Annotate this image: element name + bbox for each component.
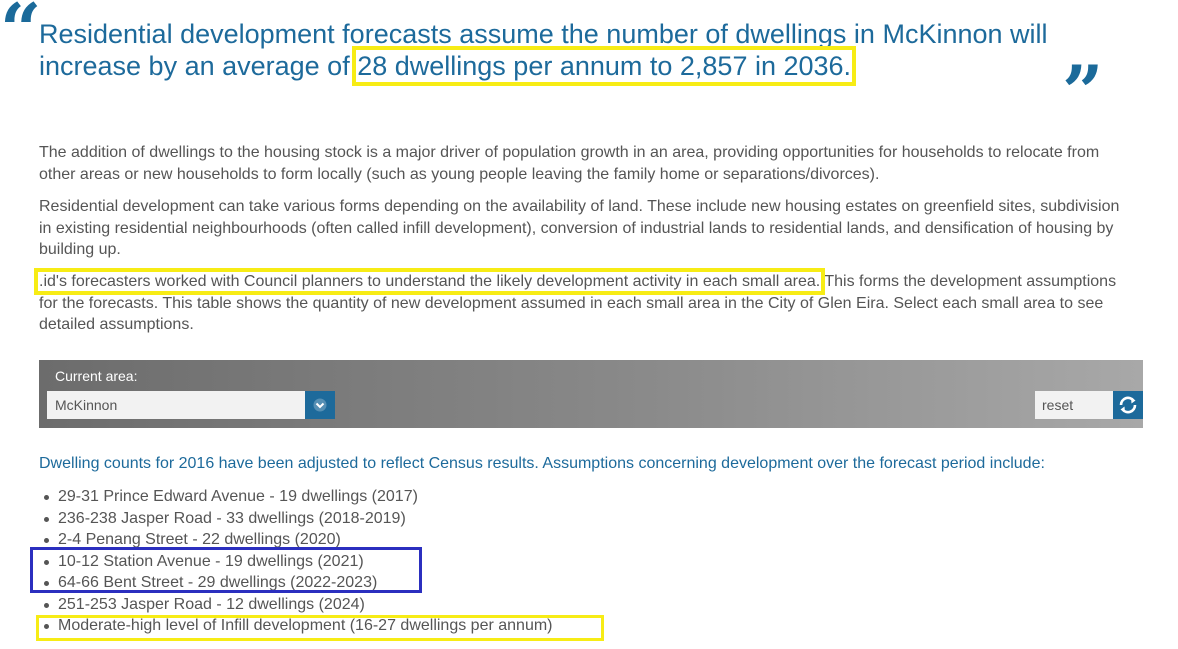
current-area-label: Current area: bbox=[55, 368, 138, 384]
blue-highlight-box bbox=[30, 547, 422, 593]
list-item: 236-238 Jasper Road - 33 dwellings (2018… bbox=[39, 508, 739, 530]
area-dropdown-button[interactable] bbox=[305, 391, 335, 419]
intro-paragraph: The addition of dwellings to the housing… bbox=[39, 144, 1100, 183]
forecasters-highlight: .id's forecasters worked with Council pl… bbox=[33, 268, 826, 295]
headline: Residential development forecasts assume… bbox=[39, 18, 1099, 86]
quote-open-icon: “ bbox=[0, 0, 42, 72]
reset-button[interactable] bbox=[1113, 391, 1143, 419]
reset-field[interactable]: reset bbox=[1035, 391, 1113, 419]
forecasters-paragraph: .id's forecasters worked with Council pl… bbox=[33, 268, 1134, 336]
chevron-down-icon bbox=[313, 398, 327, 412]
quote-close-icon: ” bbox=[1062, 49, 1104, 134]
dwelling-counts-note: Dwelling counts for 2016 have been adjus… bbox=[39, 455, 1045, 472]
area-selector-panel: Current area: McKinnon reset bbox=[39, 360, 1143, 428]
list-item: 251-253 Jasper Road - 12 dwellings (2024… bbox=[39, 594, 739, 616]
development-forms-paragraph: Residential development can take various… bbox=[39, 198, 1120, 258]
area-select[interactable]: McKinnon bbox=[47, 391, 305, 419]
headline-highlight: 28 dwellings per annum to 2,857 in 2036. bbox=[352, 46, 857, 86]
refresh-icon bbox=[1119, 396, 1137, 414]
list-item: 29-31 Prince Edward Avenue - 19 dwelling… bbox=[39, 486, 739, 508]
yellow-highlight-box bbox=[36, 615, 604, 641]
